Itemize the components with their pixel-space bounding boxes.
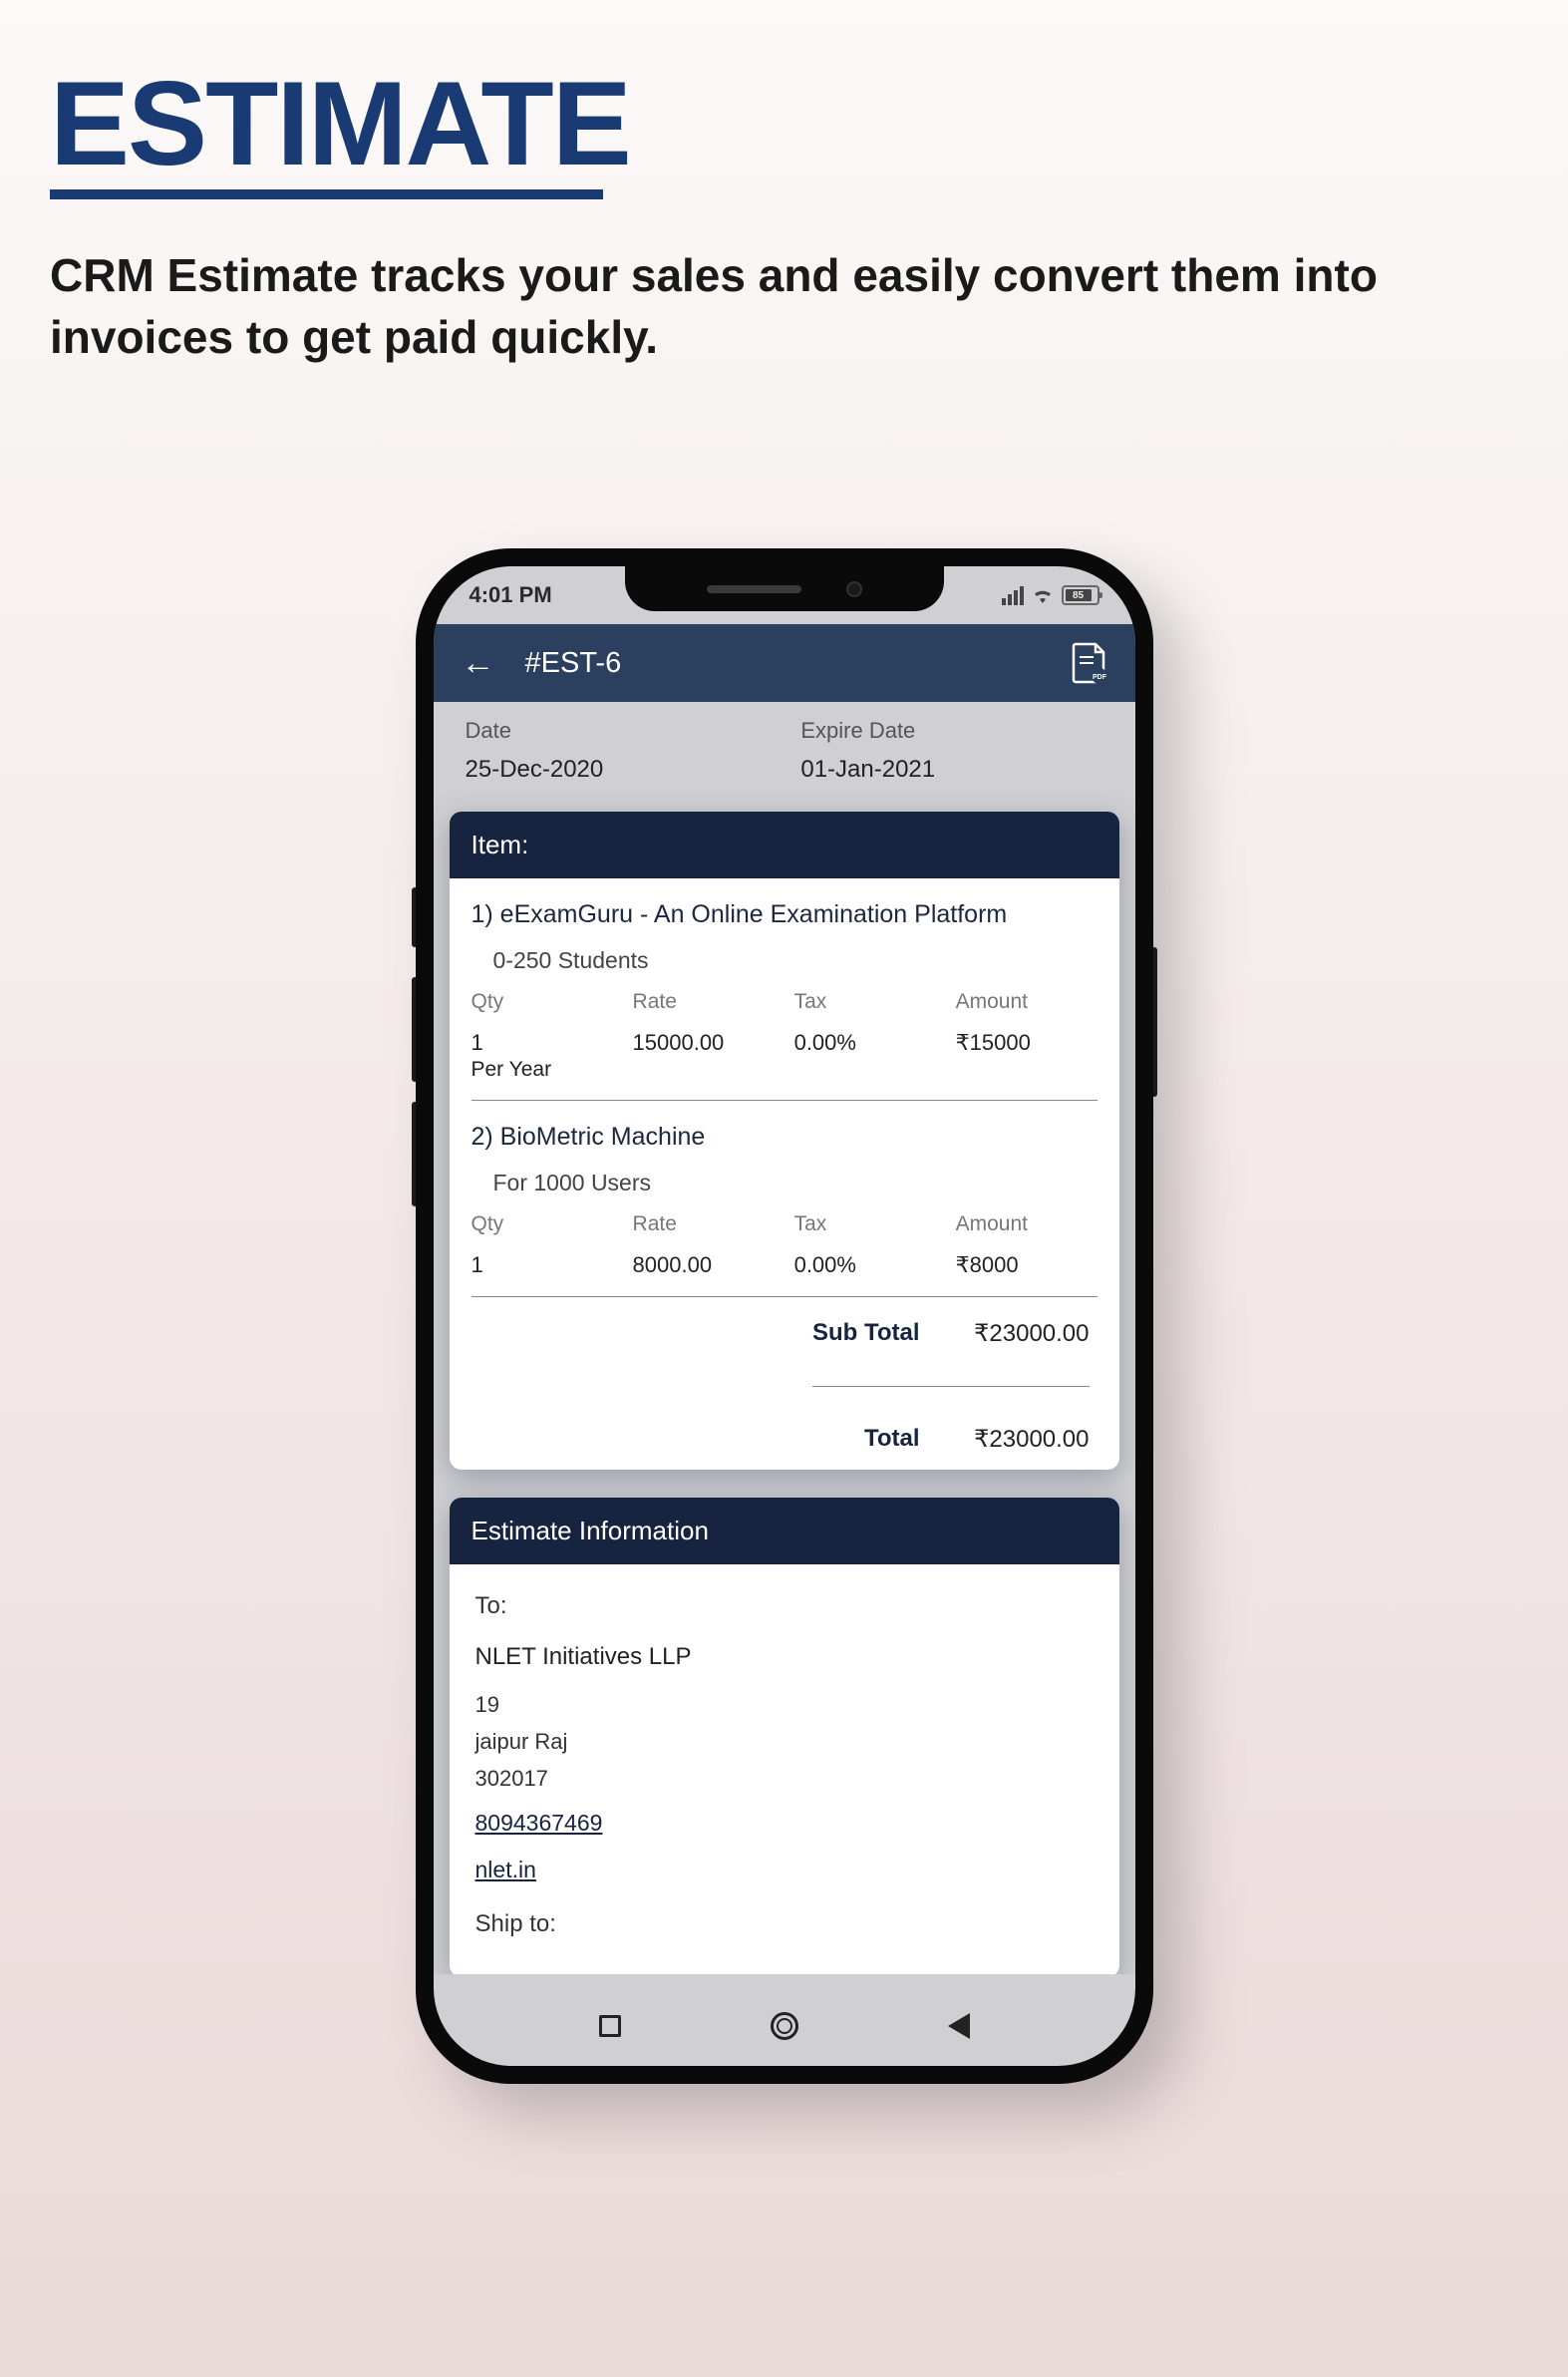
item-title: 2) BioMetric Machine xyxy=(471,1123,1098,1152)
tax-label: Tax xyxy=(794,990,950,1014)
amount-label: Amount xyxy=(956,990,1098,1014)
total-value: ₹23000.00 xyxy=(950,1425,1090,1454)
estimate-info-header: Estimate Information xyxy=(450,1498,1119,1564)
subtotal-value: ₹23000.00 xyxy=(950,1319,1090,1348)
rate-value: 15000.00 xyxy=(633,1030,788,1082)
website-link[interactable]: nlet.in xyxy=(475,1851,536,1889)
divider xyxy=(812,1386,1090,1387)
address-line: 19 xyxy=(475,1686,1094,1723)
qty-value: 1 xyxy=(471,1252,627,1278)
status-time: 4:01 PM xyxy=(470,582,552,608)
date-label: Date xyxy=(466,718,801,744)
rate-value: 8000.00 xyxy=(633,1252,788,1278)
page-description: CRM Estimate tracks your sales and easil… xyxy=(50,244,1515,368)
phone-link[interactable]: 8094367469 xyxy=(475,1804,603,1843)
estimate-info-card: Estimate Information To: NLET Initiative… xyxy=(450,1498,1119,1974)
item-subtitle: 0-250 Students xyxy=(493,947,1098,974)
tax-label: Tax xyxy=(794,1212,950,1236)
qty-label: Qty xyxy=(471,990,627,1014)
item-title: 1) eExamGuru - An Online Examination Pla… xyxy=(471,900,1098,929)
wifi-icon xyxy=(1032,586,1054,604)
ship-to-label: Ship to: xyxy=(475,1904,1094,1945)
items-card: Item: 1) eExamGuru - An Online Examinati… xyxy=(450,812,1119,1470)
company-name: NLET Initiatives LLP xyxy=(475,1637,1094,1678)
address-line: jaipur Raj xyxy=(475,1723,1094,1760)
divider xyxy=(471,1100,1098,1101)
subtotal-label: Sub Total xyxy=(812,1319,920,1348)
qty-unit: Per Year xyxy=(471,1058,627,1082)
rate-label: Rate xyxy=(633,990,788,1014)
home-icon[interactable] xyxy=(771,2012,798,2040)
back-icon[interactable]: ← xyxy=(462,644,495,683)
amount-label: Amount xyxy=(956,1212,1098,1236)
screen-title: #EST-6 xyxy=(525,647,1042,680)
recent-apps-icon[interactable] xyxy=(599,2015,621,2037)
line-item: 1) eExamGuru - An Online Examination Pla… xyxy=(471,900,1098,1082)
item-subtitle: For 1000 Users xyxy=(493,1170,1098,1196)
app-header: ← #EST-6 PDF xyxy=(434,624,1135,702)
battery-icon: 85 xyxy=(1062,585,1099,605)
totals: Sub Total ₹23000.00 Total ₹23000.00 xyxy=(471,1319,1098,1454)
rate-label: Rate xyxy=(633,1212,788,1236)
signal-icon xyxy=(1002,586,1024,605)
back-nav-icon[interactable] xyxy=(948,2013,970,2039)
address-line: 302017 xyxy=(475,1760,1094,1797)
tax-value: 0.00% xyxy=(794,1252,950,1278)
phone-notch xyxy=(625,566,944,611)
qty-value: 1 xyxy=(471,1030,627,1056)
expire-date-label: Expire Date xyxy=(800,718,1102,744)
total-label: Total xyxy=(812,1425,920,1454)
page-title: ESTIMATE xyxy=(50,55,630,192)
expire-date-value: 01-Jan-2021 xyxy=(800,756,1102,784)
tax-value: 0.00% xyxy=(794,1030,950,1082)
app-content[interactable]: Date 25-Dec-2020 Expire Date 01-Jan-2021… xyxy=(434,702,1135,1974)
amount-value: ₹15000 xyxy=(956,1030,1098,1082)
title-underline xyxy=(50,189,603,199)
export-pdf-icon[interactable]: PDF xyxy=(1072,642,1107,684)
svg-text:PDF: PDF xyxy=(1093,674,1107,681)
nav-bar xyxy=(434,1992,1135,2060)
phone-mockup: 4:01 PM 85 ← #EST-6 PDF xyxy=(416,548,1153,2084)
qty-label: Qty xyxy=(471,1212,627,1236)
divider xyxy=(471,1296,1098,1297)
amount-value: ₹8000 xyxy=(956,1252,1098,1278)
to-label: To: xyxy=(475,1586,1094,1627)
date-value: 25-Dec-2020 xyxy=(466,756,801,784)
date-row: Date 25-Dec-2020 Expire Date 01-Jan-2021 xyxy=(444,702,1125,812)
items-card-header: Item: xyxy=(450,812,1119,878)
line-item: 2) BioMetric Machine For 1000 Users Qty … xyxy=(471,1123,1098,1278)
